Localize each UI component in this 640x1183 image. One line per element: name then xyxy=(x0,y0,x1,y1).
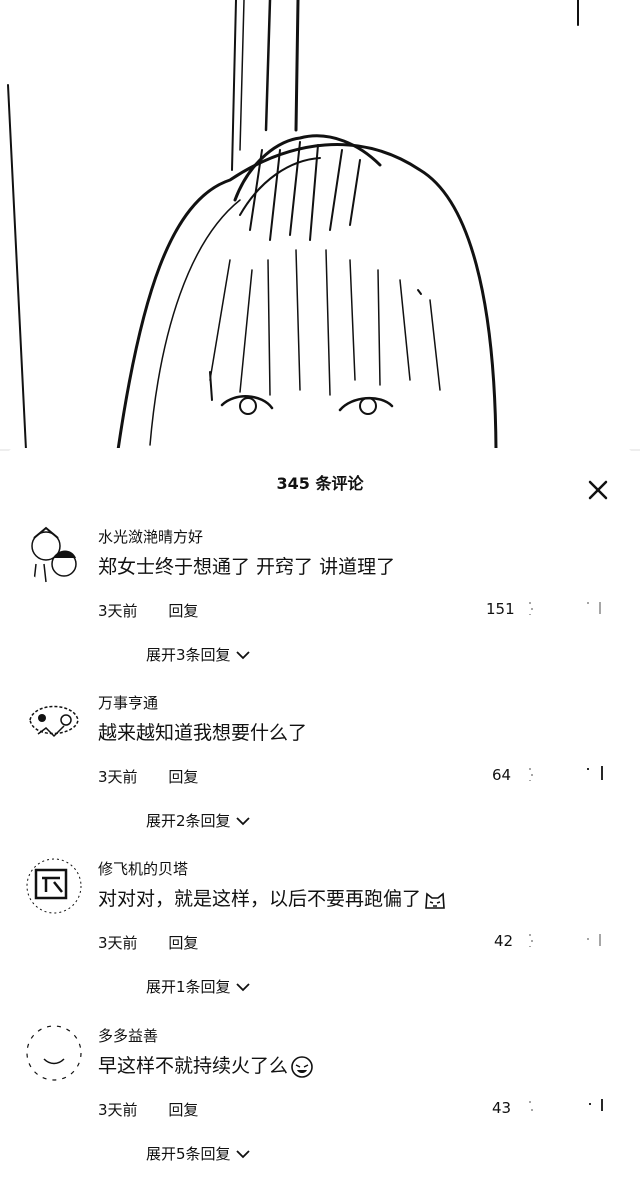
expand-replies-label: 展开5条回复 xyxy=(146,1145,231,1163)
dislike-icon[interactable] xyxy=(584,930,606,950)
like-heart-icon[interactable] xyxy=(526,1097,546,1117)
comment-time: 3天前 xyxy=(98,934,138,952)
comment-username[interactable]: 修飞机的贝塔 xyxy=(98,858,188,879)
like-heart-icon[interactable] xyxy=(526,764,546,784)
comment-item: 万事亨通 越来越知道我想要什么了 3天前 回复 64 展开2条回复 xyxy=(0,690,640,850)
chevron-down-icon xyxy=(235,1149,250,1158)
comment-meta: 3天前 回复 xyxy=(98,600,198,621)
expand-replies-label: 展开1条回复 xyxy=(146,978,231,996)
comment-sheet: 345 条评论 水光潋滟晴方好 郑女士终于想通了 开窍了 讲道理了 3天前 回复… xyxy=(0,448,640,1182)
comment-item: 水光潋滟晴方好 郑女士终于想通了 开窍了 讲道理了 3天前 回复 151 展开3… xyxy=(0,524,640,684)
like-count: 151 xyxy=(486,600,515,618)
comment-username[interactable]: 多多益善 xyxy=(98,1025,158,1046)
dislike-icon[interactable] xyxy=(584,1097,606,1117)
avatar[interactable] xyxy=(24,856,84,916)
comment-text: 对对对，就是这样，以后不要再跑偏了 xyxy=(98,884,447,912)
comment-item: 修飞机的贝塔 对对对，就是这样，以后不要再跑偏了 3天前 回复 42 展开1条回… xyxy=(0,856,640,1016)
comment-username[interactable]: 万事亨通 xyxy=(98,692,158,713)
expand-replies-button[interactable]: 展开1条回复 xyxy=(146,976,251,997)
comment-time: 3天前 xyxy=(98,768,138,786)
expand-replies-button[interactable]: 展开2条回复 xyxy=(146,810,251,831)
like-heart-icon[interactable] xyxy=(526,598,546,618)
close-icon[interactable] xyxy=(586,478,610,502)
avatar[interactable] xyxy=(24,524,84,584)
comment-meta: 3天前 回复 xyxy=(98,766,198,787)
comment-text: 郑女士终于想通了 开窍了 讲道理了 xyxy=(98,556,396,578)
laughing-emoji-icon xyxy=(291,1055,313,1078)
like-count: 42 xyxy=(494,932,514,950)
girl-sketch-illustration xyxy=(0,0,640,452)
expand-replies-button[interactable]: 展开3条回复 xyxy=(146,644,251,665)
comment-text: 早这样不就持续火了么 xyxy=(98,1051,314,1079)
avatar[interactable] xyxy=(24,690,84,750)
reply-button[interactable]: 回复 xyxy=(168,1099,198,1120)
dislike-icon[interactable] xyxy=(584,598,606,618)
expand-replies-label: 展开3条回复 xyxy=(146,646,231,664)
comment-time: 3天前 xyxy=(98,1101,138,1119)
comment-text-content: 对对对，就是这样，以后不要再跑偏了 xyxy=(98,888,422,910)
comment-time: 3天前 xyxy=(98,602,138,620)
expand-replies-label: 展开2条回复 xyxy=(146,812,231,830)
comment-username[interactable]: 水光潋滟晴方好 xyxy=(98,526,203,547)
dislike-icon[interactable] xyxy=(584,764,606,784)
cat-emoji-icon xyxy=(425,891,445,909)
avatar[interactable] xyxy=(24,1023,84,1083)
comment-meta: 3天前 回复 xyxy=(98,932,198,953)
comment-text: 越来越知道我想要什么了 xyxy=(98,722,308,744)
video-preview[interactable] xyxy=(0,0,640,460)
comment-meta: 3天前 回复 xyxy=(98,1099,198,1120)
comment-item: 多多益善 早这样不就持续火了么 3天前 回复 43 展开5条回复 xyxy=(0,1023,640,1183)
chevron-down-icon xyxy=(235,650,250,659)
reply-button[interactable]: 回复 xyxy=(168,600,198,621)
reply-button[interactable]: 回复 xyxy=(168,932,198,953)
expand-replies-button[interactable]: 展开5条回复 xyxy=(146,1143,251,1164)
reply-button[interactable]: 回复 xyxy=(168,766,198,787)
sheet-header: 345 条评论 xyxy=(0,448,640,512)
chevron-down-icon xyxy=(235,816,250,825)
chevron-down-icon xyxy=(235,982,250,991)
like-count: 64 xyxy=(492,766,512,784)
comment-text-content: 早这样不就持续火了么 xyxy=(98,1055,289,1077)
like-heart-icon[interactable] xyxy=(526,930,546,950)
like-count: 43 xyxy=(492,1099,512,1117)
comment-count-title: 345 条评论 xyxy=(276,474,364,493)
